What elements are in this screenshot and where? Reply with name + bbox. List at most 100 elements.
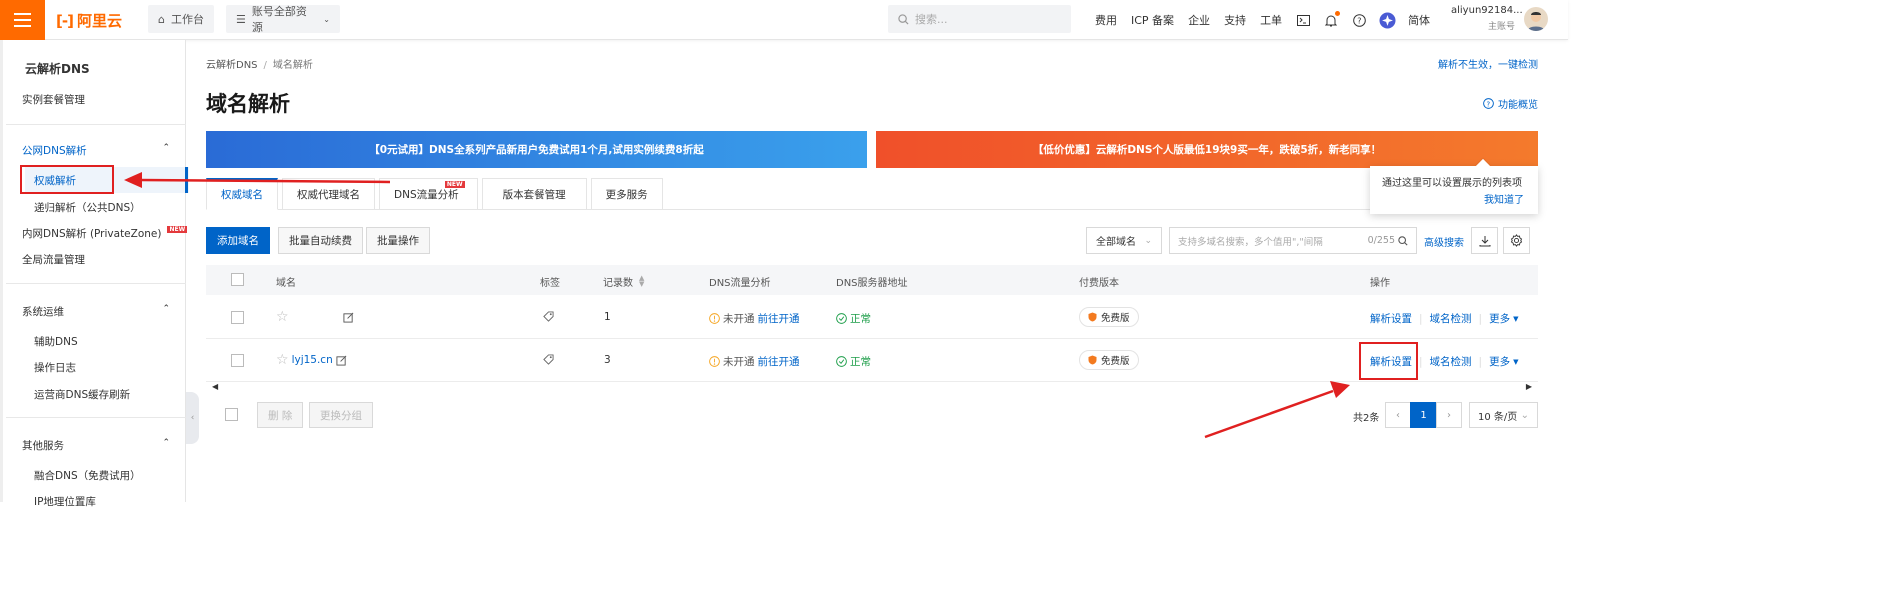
next-page-button[interactable]: › (1436, 402, 1462, 428)
tooltip-dismiss-link[interactable]: 我知道了 (1484, 191, 1524, 206)
scroll-left-icon[interactable]: ◀ (212, 382, 218, 391)
table-row: ☆ lyj15.cn 3 未开通 前往开通 正常 免费版 解析设置 | 域名检测… (206, 339, 1538, 382)
trial-banner[interactable]: 【0元试用】DNS全系列产品新用户免费试用1个月,试用实例续费8折起 (206, 131, 867, 168)
dns-check-link[interactable]: 解析不生效，一键检测 (1438, 56, 1538, 71)
top-nav: 费用 ICP 备案 企业 支持 工单 ? 简体 (1088, 0, 1437, 40)
tab-more-services[interactable]: 更多服务 (590, 178, 663, 210)
batch-renew-button[interactable]: 批量自动续费 (278, 227, 363, 254)
sidebar-title: 云解析DNS (25, 62, 90, 76)
more-actions-link[interactable]: 更多 (1489, 354, 1510, 369)
nav-billing[interactable]: 费用 (1088, 12, 1124, 28)
enable-traffic-link[interactable]: 前往开通 (758, 354, 800, 369)
check-circle-icon (836, 356, 847, 367)
select-all-checkbox[interactable] (231, 273, 244, 286)
global-search-input[interactable]: 搜索... (888, 5, 1071, 33)
workbench-button[interactable]: ⌂ 工作台 (148, 5, 214, 33)
change-group-button[interactable]: 更换分组 (309, 402, 373, 428)
column-label: 记录数 (603, 278, 633, 289)
domain-filter-select[interactable]: 全部域名 ⌄ (1086, 227, 1162, 254)
advanced-search-link[interactable]: 高级搜索 (1424, 234, 1464, 249)
page-number-current[interactable]: 1 (1410, 402, 1437, 428)
table-horizontal-scrollbar[interactable]: ◀ ▶ (206, 382, 1538, 394)
prev-page-button[interactable]: ‹ (1385, 402, 1411, 428)
resource-scope-dropdown[interactable]: ☰ 账号全部资源 ⌄ (226, 5, 340, 34)
column-header-records[interactable]: 记录数 ▲ ▼ (603, 274, 644, 290)
hamburger-menu-button[interactable] (0, 0, 45, 40)
caret-down-icon: ▼ (1513, 357, 1519, 366)
sidebar-item-isp-cache[interactable]: 运营商DNS缓存刷新 (34, 387, 130, 402)
sidebar-section-public-dns[interactable]: 公网DNS解析 ⌃ (22, 143, 172, 158)
column-settings-tooltip: 通过这里可以设置展示的列表项 我知道了 (1370, 166, 1538, 214)
star-icon[interactable]: ☆ (276, 352, 289, 368)
edit-icon[interactable] (343, 312, 354, 323)
row-checkbox[interactable] (231, 311, 244, 324)
traffic-cell: 未开通 前往开通 (709, 354, 800, 369)
nav-support[interactable]: 支持 (1217, 12, 1253, 28)
user-info[interactable]: aliyun92184... 主账号 (1451, 5, 1523, 32)
bell-icon[interactable] (1320, 9, 1342, 31)
tab-auth-domains[interactable]: 权威域名 (206, 178, 278, 210)
row-checkbox[interactable] (231, 354, 244, 367)
tab-plan-management[interactable]: 版本套餐管理 (481, 178, 587, 210)
nav-ticket[interactable]: 工单 (1253, 12, 1289, 28)
annotation-box-resolve (1359, 342, 1418, 380)
avatar[interactable] (1524, 7, 1548, 31)
sidebar-item-oplog[interactable]: 操作日志 (34, 360, 76, 375)
tab-dns-traffic[interactable]: DNS流量分析 NEW (379, 178, 478, 210)
domain-search-input[interactable]: 支持多域名搜索，多个值用","间隔 0/255 (1169, 227, 1417, 254)
discount-banner[interactable]: 【低价优惠】云解析DNS个人版最低19块9买一年，跌破5折，新老同享！ (876, 131, 1538, 168)
nav-icp[interactable]: ICP 备案 (1124, 12, 1181, 28)
domain-check-link[interactable]: 域名检测 (1430, 311, 1472, 326)
nav-enterprise[interactable]: 企业 (1181, 12, 1217, 28)
sidebar-item-fusion[interactable]: 融合DNS（免费试用） (34, 468, 141, 483)
more-actions-link[interactable]: 更多 (1489, 311, 1510, 326)
search-icon (898, 13, 909, 25)
tab-proxy-domains[interactable]: 权威代理域名 (282, 178, 375, 210)
sidebar-item-aux-dns[interactable]: 辅助DNS (34, 334, 78, 349)
shield-icon (1088, 355, 1097, 365)
chevron-up-icon: ⌃ (162, 438, 170, 448)
language-switch[interactable]: 简体 (1401, 12, 1437, 28)
delete-button[interactable]: 删 除 (257, 402, 304, 428)
sidebar-section-ops[interactable]: 系统运维 ⌃ (22, 304, 172, 319)
breadcrumb-item[interactable]: 云解析DNS (206, 60, 258, 71)
page-size-select[interactable]: 10 条/页 ⌄ (1469, 402, 1538, 428)
help-icon[interactable]: ? (1348, 9, 1370, 31)
enable-traffic-link[interactable]: 前往开通 (758, 311, 800, 326)
tag-icon[interactable] (543, 354, 554, 365)
sidebar-item-ip-geo[interactable]: IP地理位置库 (34, 494, 96, 509)
dns-status: 正常 (850, 313, 871, 325)
terminal-icon[interactable] (1292, 9, 1314, 31)
batch-ops-button[interactable]: 批量操作 (366, 227, 430, 254)
search-icon[interactable] (1398, 235, 1408, 246)
add-domain-button[interactable]: 添加域名 (206, 227, 270, 254)
warning-icon (709, 313, 720, 324)
sidebar-item-gtm[interactable]: 全局流量管理 (22, 252, 85, 267)
table-header: 域名 标签 记录数 ▲ ▼ DNS流量分析 DNS服务器地址 付费版本 操作 (206, 265, 1538, 295)
private-zone-label: 内网DNS解析 (PrivateZone) (22, 228, 162, 240)
scroll-right-icon[interactable]: ▶ (1526, 382, 1532, 391)
sidebar-section-other[interactable]: 其他服务 ⌃ (22, 438, 172, 453)
column-settings-button[interactable] (1503, 227, 1530, 254)
gear-icon (1510, 234, 1523, 247)
aliyun-logo[interactable]: [-] 阿里云 (56, 10, 122, 31)
sidebar-collapse-button[interactable]: ‹ (186, 392, 199, 444)
edit-icon[interactable] (336, 355, 347, 366)
ai-assistant-icon[interactable] (1376, 9, 1398, 31)
resolve-settings-link[interactable]: 解析设置 (1370, 311, 1412, 326)
domain-check-link[interactable]: 域名检测 (1430, 354, 1472, 369)
tag-icon[interactable] (543, 311, 554, 322)
sidebar-item-recursive[interactable]: 递归解析（公共DNS） (34, 200, 141, 215)
star-icon[interactable]: ☆ (276, 309, 289, 325)
sidebar-item-instance[interactable]: 实例套餐管理 (22, 92, 85, 107)
overview-link[interactable]: ? 功能概览 (1483, 96, 1538, 111)
user-role: 主账号 (1487, 22, 1515, 32)
chevron-left-icon: ‹ (190, 413, 195, 423)
domain-cell: ☆ lyj15.cn (276, 352, 347, 368)
section-label: 公网DNS解析 (22, 145, 87, 157)
download-button[interactable] (1471, 227, 1498, 254)
footer-select-all-checkbox[interactable] (225, 408, 238, 421)
domain-link[interactable]: lyj15.cn (292, 354, 333, 366)
section-label: 其他服务 (22, 440, 64, 452)
sidebar-item-private-zone[interactable]: 内网DNS解析 (PrivateZone) NEW (22, 226, 188, 241)
